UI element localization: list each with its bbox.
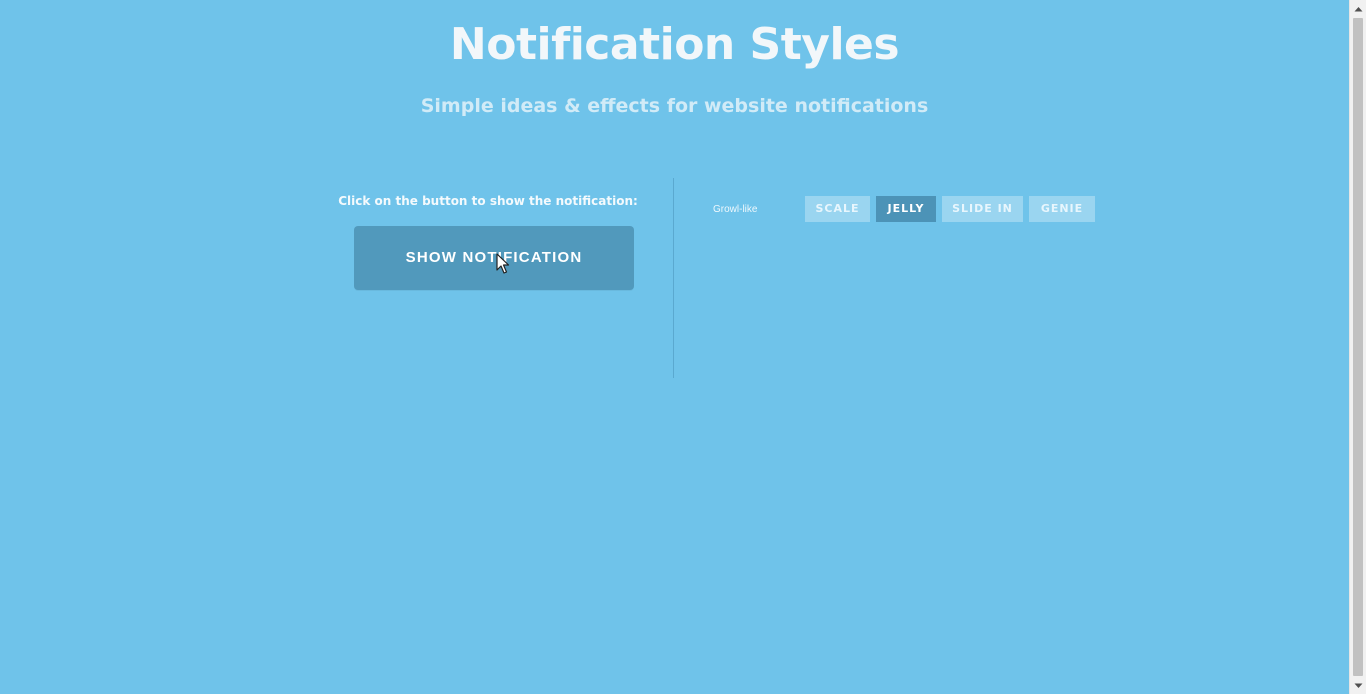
effect-button-scale[interactable]: SCALE xyxy=(805,196,870,222)
scrollbar-thumb[interactable] xyxy=(1353,18,1363,676)
mouse-pointer-icon xyxy=(496,253,510,274)
page: Notification Styles Simple ideas & effec… xyxy=(0,0,1349,694)
effect-button-slide-in[interactable]: SLIDE IN xyxy=(942,196,1023,222)
show-notification-button[interactable]: SHOW NOTIFICATION xyxy=(354,226,634,290)
page-subtitle: Simple ideas & effects for website notif… xyxy=(420,95,929,117)
section-divider xyxy=(673,178,674,378)
vertical-scrollbar[interactable] xyxy=(1349,0,1366,694)
instruction-text: Click on the button to show the notifica… xyxy=(338,194,638,208)
effect-button-genie[interactable]: GENIE xyxy=(1029,196,1095,222)
page-title: Notification Styles xyxy=(449,19,900,70)
effect-button-jelly[interactable]: JELLY xyxy=(876,196,936,222)
scroll-up-arrow-icon[interactable] xyxy=(1350,0,1366,17)
scroll-down-arrow-icon[interactable] xyxy=(1350,677,1366,694)
style-name-label: Growl-like xyxy=(713,204,758,215)
